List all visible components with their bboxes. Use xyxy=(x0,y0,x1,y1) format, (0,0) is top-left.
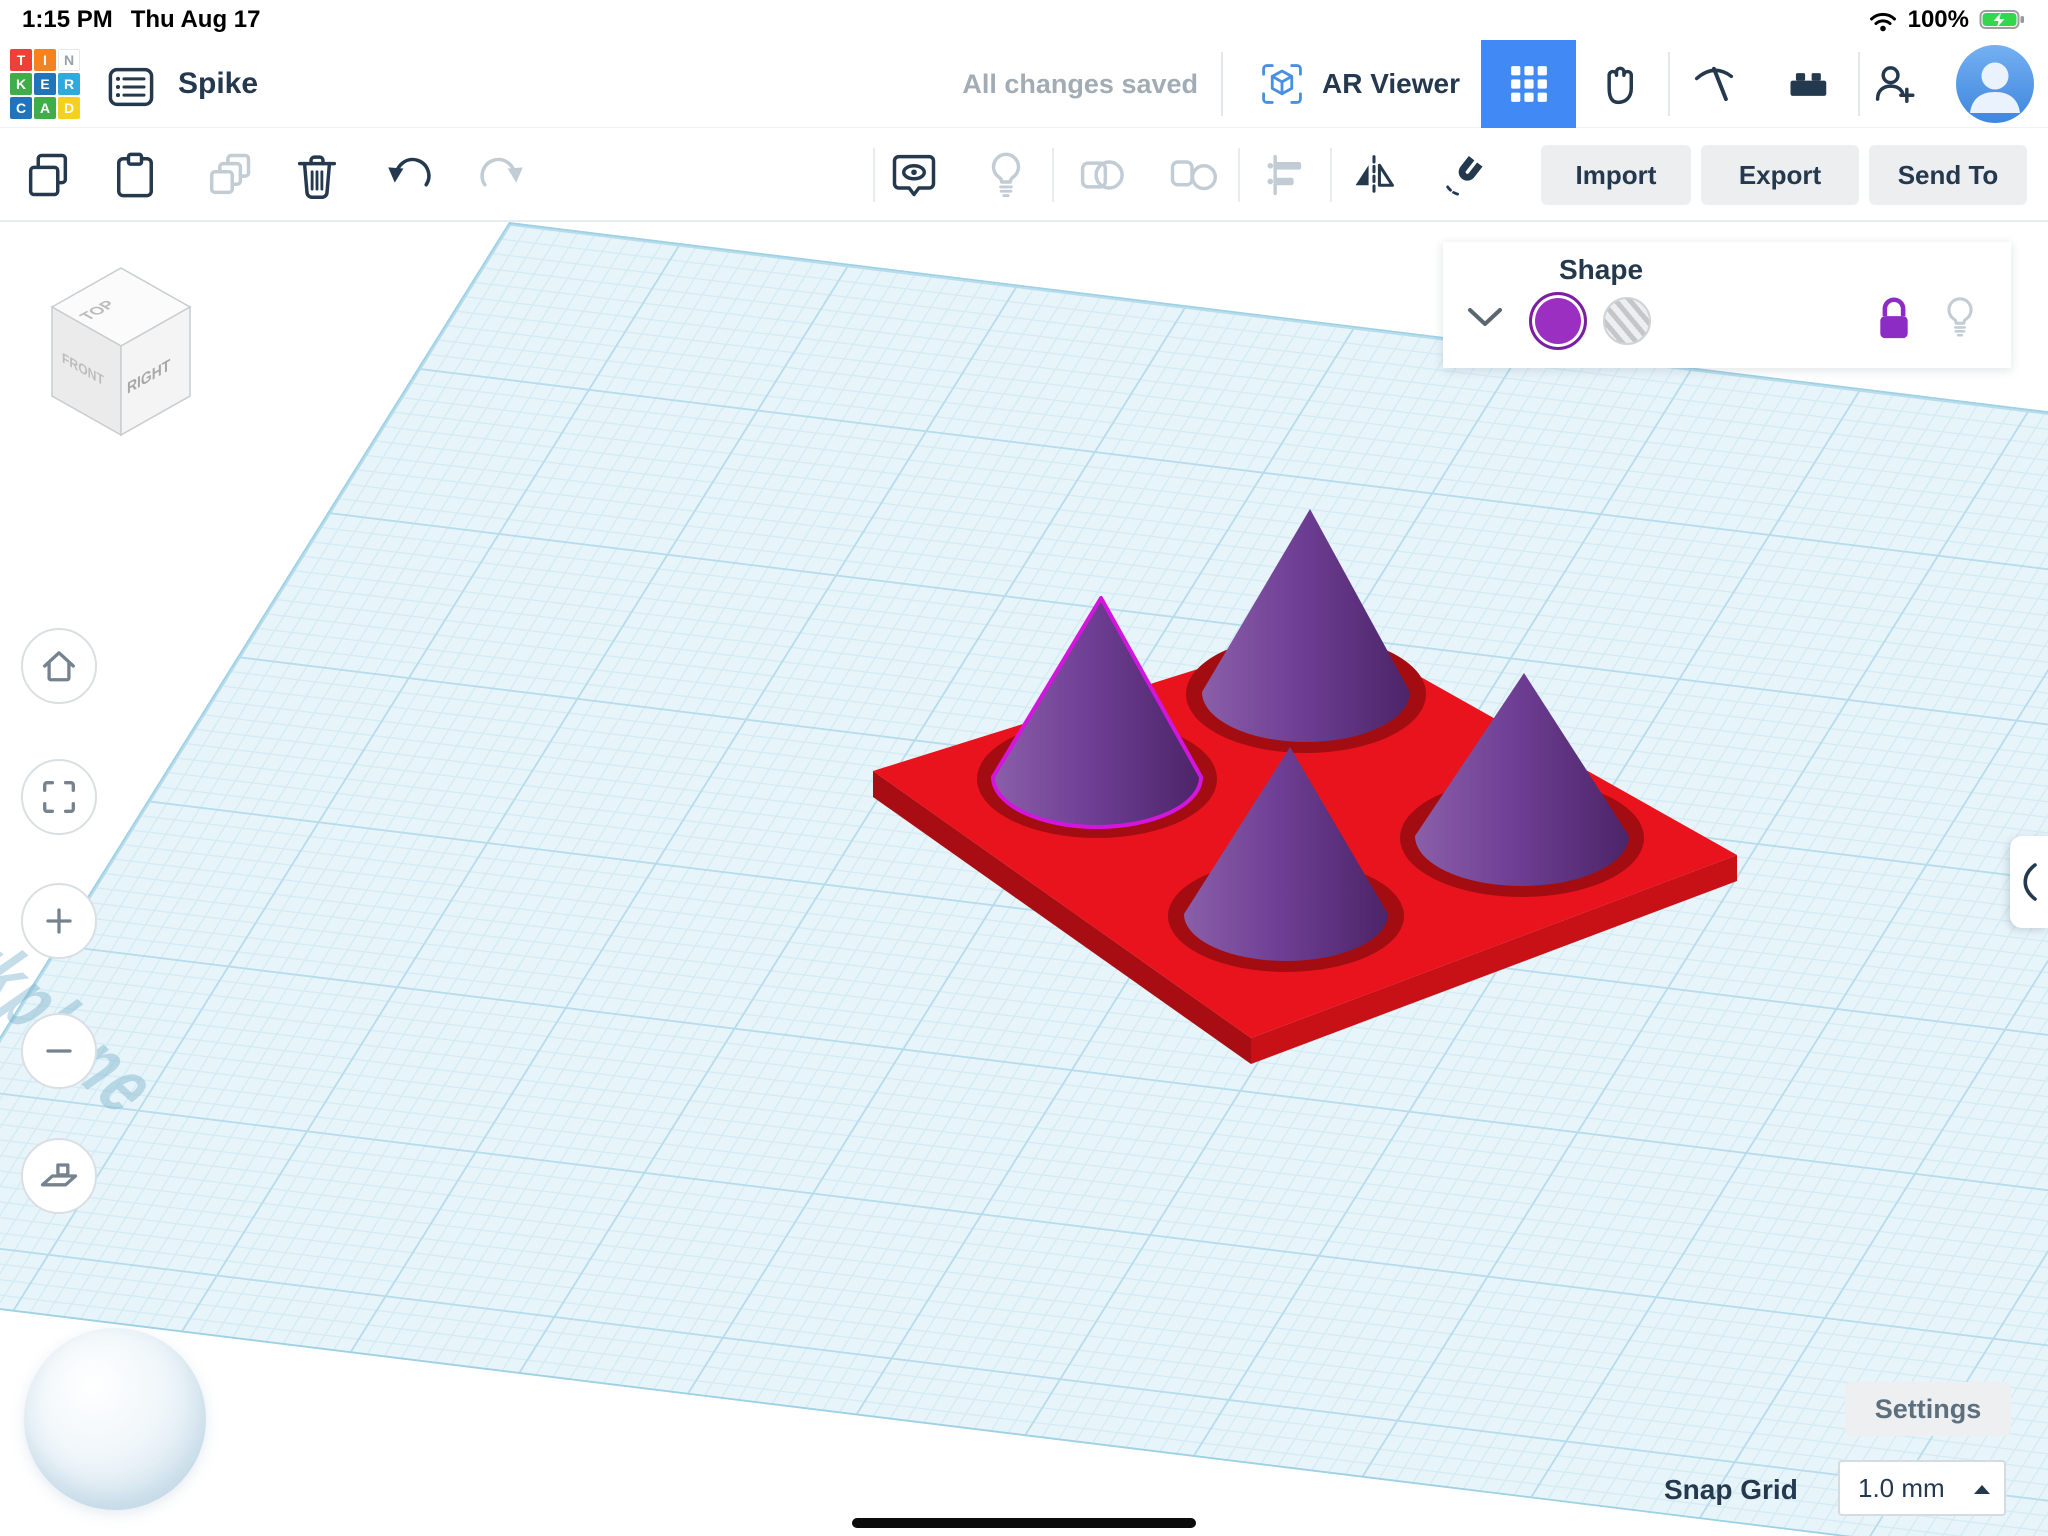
view-cube[interactable]: TOP FRONT RIGHT xyxy=(0,222,220,452)
ungroup-icon xyxy=(1166,149,1218,201)
minecraft-export-button[interactable] xyxy=(1686,57,1742,113)
lock-icon xyxy=(1873,292,1915,344)
divider xyxy=(1221,52,1223,116)
send-to-button[interactable]: Send To xyxy=(1869,145,2027,205)
shape-panel-title: Shape xyxy=(1559,254,2011,286)
redo-icon xyxy=(474,149,526,201)
cone-shape[interactable] xyxy=(1202,509,1410,742)
brick-export-button[interactable] xyxy=(1782,57,1838,113)
ar-viewer-label: AR Viewer xyxy=(1322,68,1460,100)
zoom-out-button[interactable] xyxy=(21,1013,97,1089)
magnet-icon xyxy=(1439,149,1491,201)
hole-material-swatch[interactable] xyxy=(1603,297,1651,345)
zoom-in-button[interactable] xyxy=(21,883,97,959)
design-menu-button[interactable] xyxy=(104,60,158,114)
tinkercad-logo[interactable]: T I N K E R C A D xyxy=(10,49,80,119)
list-icon xyxy=(105,61,157,113)
edit-toolbar: Import Export Send To xyxy=(0,128,2048,222)
redo-button[interactable] xyxy=(472,147,528,203)
divider xyxy=(1052,148,1054,202)
group-button[interactable] xyxy=(1073,147,1129,203)
eye-pin-icon xyxy=(888,149,940,201)
visibility-toggle-button[interactable] xyxy=(1937,290,1983,349)
duplicate-button[interactable] xyxy=(201,147,257,203)
delete-button[interactable] xyxy=(289,147,345,203)
app-bar: T I N K E R C A D Spike All changes save… xyxy=(0,40,2048,128)
status-date: Thu Aug 17 xyxy=(131,6,261,34)
brick-icon xyxy=(1784,59,1836,111)
caret-up-icon xyxy=(1974,1485,1990,1494)
copy-icon xyxy=(22,149,74,201)
sidebar-collapse-tab[interactable] xyxy=(2010,836,2048,928)
snap-grid-dropdown[interactable]: 1.0 mm xyxy=(1838,1460,2006,1516)
grid-icon xyxy=(1503,58,1555,110)
divider xyxy=(1330,148,1332,202)
ar-viewer-button[interactable]: AR Viewer xyxy=(1248,40,1468,128)
align-icon xyxy=(1260,149,1312,201)
import-button[interactable]: Import xyxy=(1541,145,1691,205)
ar-cube-icon xyxy=(1256,58,1308,110)
home-view-button[interactable] xyxy=(21,628,97,704)
person-add-icon xyxy=(1870,59,1922,111)
model-scene xyxy=(0,222,2048,1536)
divider xyxy=(1668,52,1670,116)
battery-icon xyxy=(1979,8,2026,32)
snap-grid-label: Snap Grid xyxy=(1664,1474,1798,1506)
ios-status-bar: 1:15 PM Thu Aug 17 100% xyxy=(0,0,2048,40)
add-collaborator-button[interactable] xyxy=(1868,57,1924,113)
paste-button[interactable] xyxy=(107,147,163,203)
duplicate-icon xyxy=(203,149,255,201)
align-button[interactable] xyxy=(1258,147,1314,203)
divider xyxy=(873,148,875,202)
pickaxe-icon xyxy=(1688,59,1740,111)
magnet-button[interactable] xyxy=(1437,147,1493,203)
profile-avatar[interactable] xyxy=(1956,45,2034,123)
bulb-icon xyxy=(980,149,1032,201)
design-canvas[interactable]: Workplane TOP FRONT RIGHT xyxy=(0,222,2048,1536)
ungroup-button[interactable] xyxy=(1164,147,1220,203)
status-time: 1:15 PM xyxy=(22,6,113,34)
grid-view-button[interactable] xyxy=(1481,40,1576,128)
shape-inspector-panel: Shape xyxy=(1443,242,2011,368)
plus-icon xyxy=(37,899,81,943)
hand-tool-button[interactable] xyxy=(1592,57,1648,113)
workplane-box-icon xyxy=(37,1154,81,1198)
hide-selected-button[interactable] xyxy=(886,147,942,203)
wifi-icon xyxy=(1868,8,1898,32)
snap-grid-value: 1.0 mm xyxy=(1858,1473,1945,1504)
fit-view-button[interactable] xyxy=(21,759,97,835)
show-all-button[interactable] xyxy=(978,147,1034,203)
paste-icon xyxy=(109,149,161,201)
lock-toggle-button[interactable] xyxy=(1873,292,1915,349)
home-icon xyxy=(37,644,81,688)
collapse-panel-button[interactable] xyxy=(1467,306,1503,335)
trash-icon xyxy=(291,149,343,201)
minus-icon xyxy=(37,1029,81,1073)
solid-color-swatch[interactable] xyxy=(1529,292,1587,350)
undo-button[interactable] xyxy=(383,147,439,203)
divider xyxy=(1858,52,1860,116)
chevron-left-icon xyxy=(2011,857,2047,907)
fit-view-icon xyxy=(37,775,81,819)
bulb-icon xyxy=(1937,290,1983,344)
chevron-down-icon xyxy=(1467,306,1503,330)
hand-icon xyxy=(1594,59,1646,111)
home-indicator[interactable] xyxy=(852,1518,1196,1528)
mirror-button[interactable] xyxy=(1346,147,1402,203)
design-title: Spike xyxy=(178,67,258,101)
battery-percent: 100% xyxy=(1908,6,1969,34)
assistive-touch-button[interactable] xyxy=(24,1328,206,1510)
copy-button[interactable] xyxy=(20,147,76,203)
person-icon xyxy=(1956,45,2034,123)
undo-icon xyxy=(385,149,437,201)
mirror-icon xyxy=(1348,149,1400,201)
save-status: All changes saved xyxy=(962,69,1198,100)
group-icon xyxy=(1075,149,1127,201)
export-button[interactable]: Export xyxy=(1701,145,1859,205)
perspective-toggle-button[interactable] xyxy=(21,1138,97,1214)
settings-button[interactable]: Settings xyxy=(1845,1382,2011,1436)
divider xyxy=(1238,148,1240,202)
